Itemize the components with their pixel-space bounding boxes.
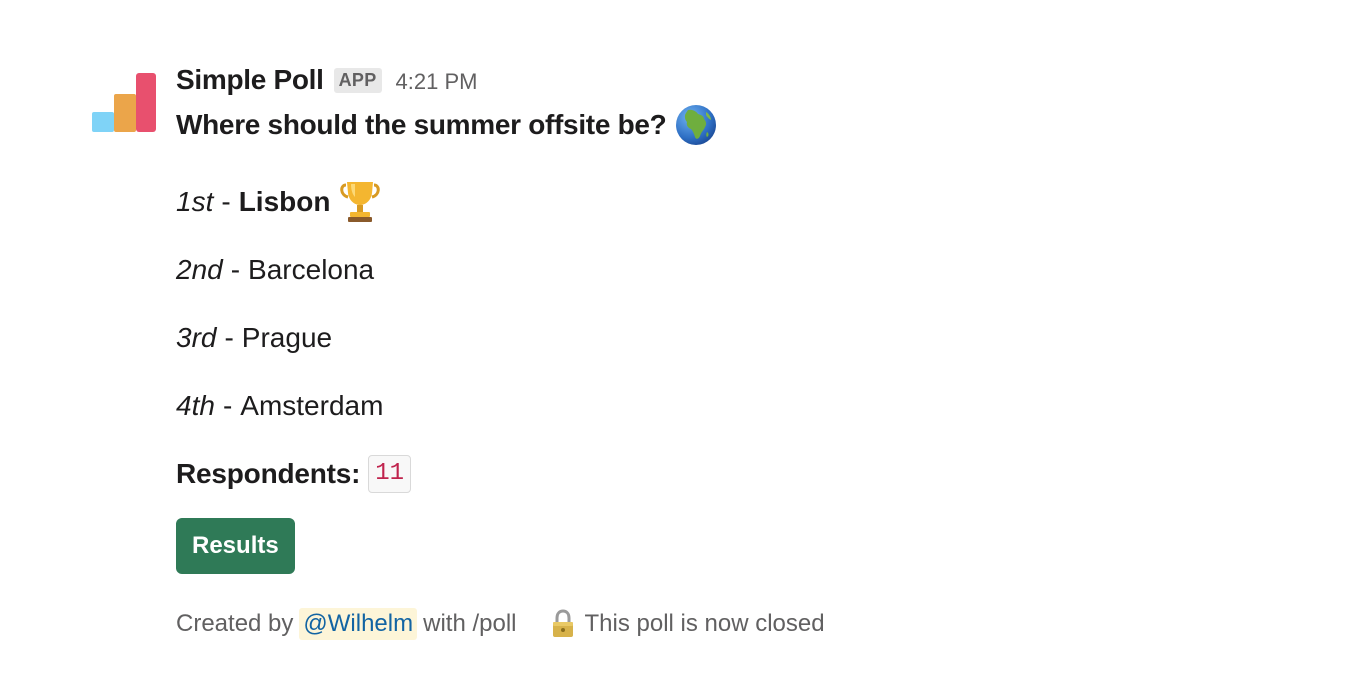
- message-timestamp[interactable]: 4:21 PM: [396, 69, 478, 95]
- poll-option-3: 3rd - Prague: [176, 304, 1276, 372]
- respondents-label: Respondents:: [176, 458, 361, 489]
- option-name: Prague: [241, 322, 333, 353]
- results-button[interactable]: Results: [176, 518, 295, 574]
- message-header: Simple Poll APP 4:21 PM: [176, 60, 1276, 100]
- option-separator: -: [222, 390, 233, 421]
- lock-icon: [553, 609, 574, 637]
- app-badge: APP: [333, 67, 382, 93]
- sender-name[interactable]: Simple Poll: [176, 64, 324, 96]
- poll-results-list: 1st - Lisbon 2nd - Barcelona 3rd - Pragu…: [176, 168, 1276, 508]
- poll-option-1: 1st - Lisbon: [176, 168, 1276, 236]
- option-rank: 4th: [176, 390, 215, 421]
- user-mention[interactable]: @Wilhelm: [299, 608, 418, 640]
- poll-option-4: 4th - Amsterdam: [176, 372, 1276, 440]
- poll-question-row: Where should the summer offsite be?: [176, 102, 1276, 148]
- option-rank: 3rd: [176, 322, 217, 353]
- message-content: Simple Poll APP 4:21 PM Where should the…: [176, 60, 1276, 644]
- option-rank: 2nd: [176, 254, 223, 285]
- command-text: with /poll: [423, 610, 517, 637]
- poll-question: Where should the summer offsite be?: [176, 109, 667, 140]
- simple-poll-logo-avatar[interactable]: [90, 66, 158, 134]
- respondents-count: 11: [368, 455, 412, 493]
- option-name: Amsterdam: [240, 390, 384, 421]
- option-rank: 1st: [176, 186, 214, 217]
- poll-footer: Created by @Wilhelm with /poll This poll…: [176, 604, 1276, 644]
- globe-icon: [676, 105, 717, 145]
- created-by-text: Created by: [176, 610, 294, 637]
- respondents-row: Respondents: 11: [176, 440, 1276, 508]
- poll-closed-text: This poll is now closed: [584, 610, 825, 637]
- option-separator: -: [224, 322, 234, 353]
- option-name: Barcelona: [248, 254, 375, 285]
- poll-option-2: 2nd - Barcelona: [176, 236, 1276, 304]
- option-name: Lisbon: [238, 186, 331, 217]
- trophy-icon: [340, 182, 381, 222]
- option-separator: -: [221, 186, 231, 217]
- option-separator: -: [230, 254, 241, 285]
